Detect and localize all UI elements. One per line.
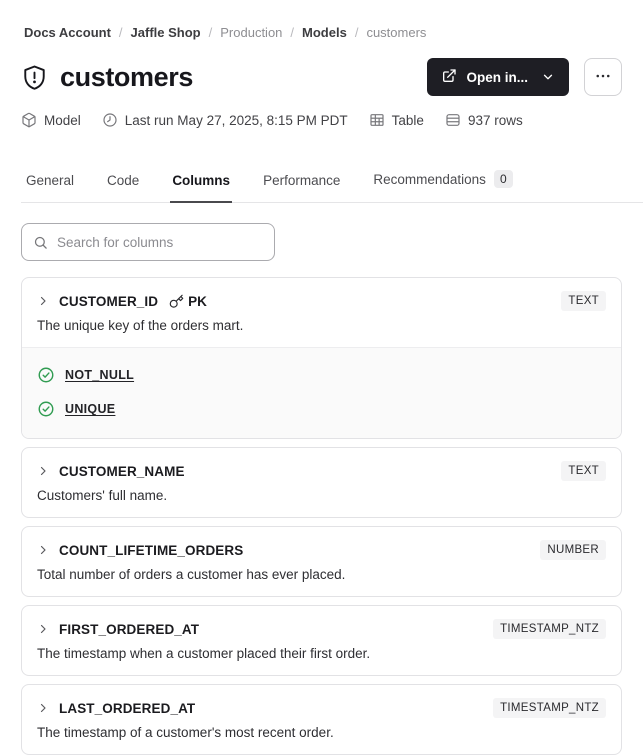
table-icon	[369, 112, 385, 128]
metadata-row: Model Last run May 27, 2025, 8:15 PM PDT	[21, 112, 622, 128]
test-label[interactable]: NOT_NULL	[65, 368, 134, 382]
column-type-badge: TEXT	[561, 461, 606, 481]
column-description: Total number of orders a customer has ev…	[37, 567, 346, 582]
meta-label: Last run May 27, 2025, 8:15 PM PDT	[124, 112, 348, 128]
column-type-badge: TIMESTAMP_NTZ	[493, 698, 606, 718]
check-circle-icon	[37, 366, 55, 384]
check-circle-icon	[37, 400, 55, 418]
tab-label: Performance	[263, 173, 341, 188]
open-in-label: Open in...	[466, 69, 528, 85]
primary-key-label: PK	[188, 293, 207, 309]
chevron-right-icon[interactable]	[37, 295, 49, 307]
search-box	[21, 223, 275, 261]
breadcrumb-separator: /	[208, 25, 213, 40]
column-card-header[interactable]: COUNT_LIFETIME_ORDERS NUMBER	[22, 527, 621, 564]
column-description: The timestamp when a customer placed the…	[37, 646, 371, 661]
meta-last-run: Last run May 27, 2025, 8:15 PM PDT	[102, 112, 348, 128]
column-card-header[interactable]: FIRST_ORDERED_AT TIMESTAMP_NTZ	[22, 606, 621, 643]
breadcrumb-item-jaffle-shop[interactable]: Jaffle Shop	[131, 25, 201, 40]
search-icon	[33, 235, 48, 250]
column-type-badge: NUMBER	[540, 540, 606, 560]
chevron-right-icon[interactable]	[37, 544, 49, 556]
tab-columns[interactable]: Columns	[170, 173, 233, 203]
column-name: CUSTOMER_ID	[59, 293, 159, 309]
breadcrumb: Docs Account / Jaffle Shop / Production …	[21, 0, 622, 40]
column-card-first-ordered-at: FIRST_ORDERED_AT TIMESTAMP_NTZ The times…	[21, 605, 622, 676]
test-not-null[interactable]: NOT_NULL	[37, 357, 606, 391]
breadcrumb-item-docs-account[interactable]: Docs Account	[24, 25, 111, 40]
test-unique[interactable]: UNIQUE	[37, 391, 606, 425]
chevron-right-icon[interactable]	[37, 465, 49, 477]
meta-label: 937 rows	[467, 112, 523, 128]
open-in-button[interactable]: Open in...	[427, 58, 569, 96]
breadcrumb-separator: /	[118, 25, 123, 40]
column-card-count-lifetime-orders: COUNT_LIFETIME_ORDERS NUMBER Total numbe…	[21, 526, 622, 597]
column-name: CUSTOMER_NAME	[59, 463, 185, 479]
column-description: The timestamp of a customer's most recen…	[37, 725, 334, 740]
column-description: The unique key of the orders mart.	[37, 318, 244, 333]
column-card-header[interactable]: CUSTOMER_NAME TEXT	[22, 448, 621, 485]
column-type-badge: TEXT	[561, 291, 606, 311]
column-card-customer-name: CUSTOMER_NAME TEXT Customers' full name.	[21, 447, 622, 518]
breadcrumb-separator: /	[290, 25, 295, 40]
tab-label: Code	[107, 173, 140, 188]
breadcrumb-separator: /	[354, 25, 359, 40]
search-input[interactable]	[57, 234, 263, 250]
breadcrumb-item-customers: customers	[366, 25, 427, 40]
column-card-customer-id: CUSTOMER_ID PK TEXT The unique key of th…	[21, 277, 622, 439]
column-name: FIRST_ORDERED_AT	[59, 621, 200, 637]
breadcrumb-item-production[interactable]: Production	[220, 25, 282, 40]
chevron-right-icon[interactable]	[37, 702, 49, 714]
meta-resource-type: Model	[21, 112, 81, 128]
recommendations-count-badge: 0	[493, 170, 513, 188]
key-icon	[169, 294, 184, 309]
tab-label: General	[26, 173, 75, 188]
column-tests: NOT_NULL UNIQUE	[22, 347, 621, 438]
columns-list: CUSTOMER_ID PK TEXT The unique key of th…	[21, 277, 622, 755]
chevron-down-icon	[541, 70, 555, 84]
model-page: Docs Account / Jaffle Shop / Production …	[0, 0, 643, 755]
test-label[interactable]: UNIQUE	[65, 402, 115, 416]
column-description: Customers' full name.	[37, 488, 168, 503]
column-card-header[interactable]: CUSTOMER_ID PK TEXT	[22, 278, 621, 315]
external-link-icon	[441, 68, 457, 87]
meta-label: Model	[44, 112, 81, 128]
rows-icon	[445, 112, 461, 128]
ellipsis-icon	[594, 67, 612, 88]
cube-icon	[21, 112, 37, 128]
breadcrumb-item-models[interactable]: Models	[302, 25, 347, 40]
shield-exclamation-icon	[21, 64, 48, 91]
more-actions-button[interactable]	[584, 58, 622, 96]
tab-code[interactable]: Code	[105, 173, 141, 203]
column-name: COUNT_LIFETIME_ORDERS	[59, 542, 244, 558]
column-card-last-ordered-at: LAST_ORDERED_AT TIMESTAMP_NTZ The timest…	[21, 684, 622, 755]
tab-general[interactable]: General	[24, 173, 76, 203]
tab-label: Columns	[172, 173, 231, 188]
tab-bar: General Code Columns Performance Recomme…	[21, 170, 643, 203]
tab-recommendations[interactable]: Recommendations 0	[371, 170, 514, 203]
clock-icon	[102, 112, 118, 128]
column-name: LAST_ORDERED_AT	[59, 700, 196, 716]
tab-performance[interactable]: Performance	[261, 173, 342, 203]
meta-label: Table	[391, 112, 424, 128]
chevron-right-icon[interactable]	[37, 623, 49, 635]
column-type-badge: TIMESTAMP_NTZ	[493, 619, 606, 639]
column-card-header[interactable]: LAST_ORDERED_AT TIMESTAMP_NTZ	[22, 685, 621, 722]
meta-row-count: 937 rows	[445, 112, 523, 128]
title-row: customers Open in...	[21, 58, 622, 96]
page-title: customers	[60, 61, 193, 92]
tab-label: Recommendations	[373, 171, 486, 187]
meta-materialization: Table	[369, 112, 424, 128]
